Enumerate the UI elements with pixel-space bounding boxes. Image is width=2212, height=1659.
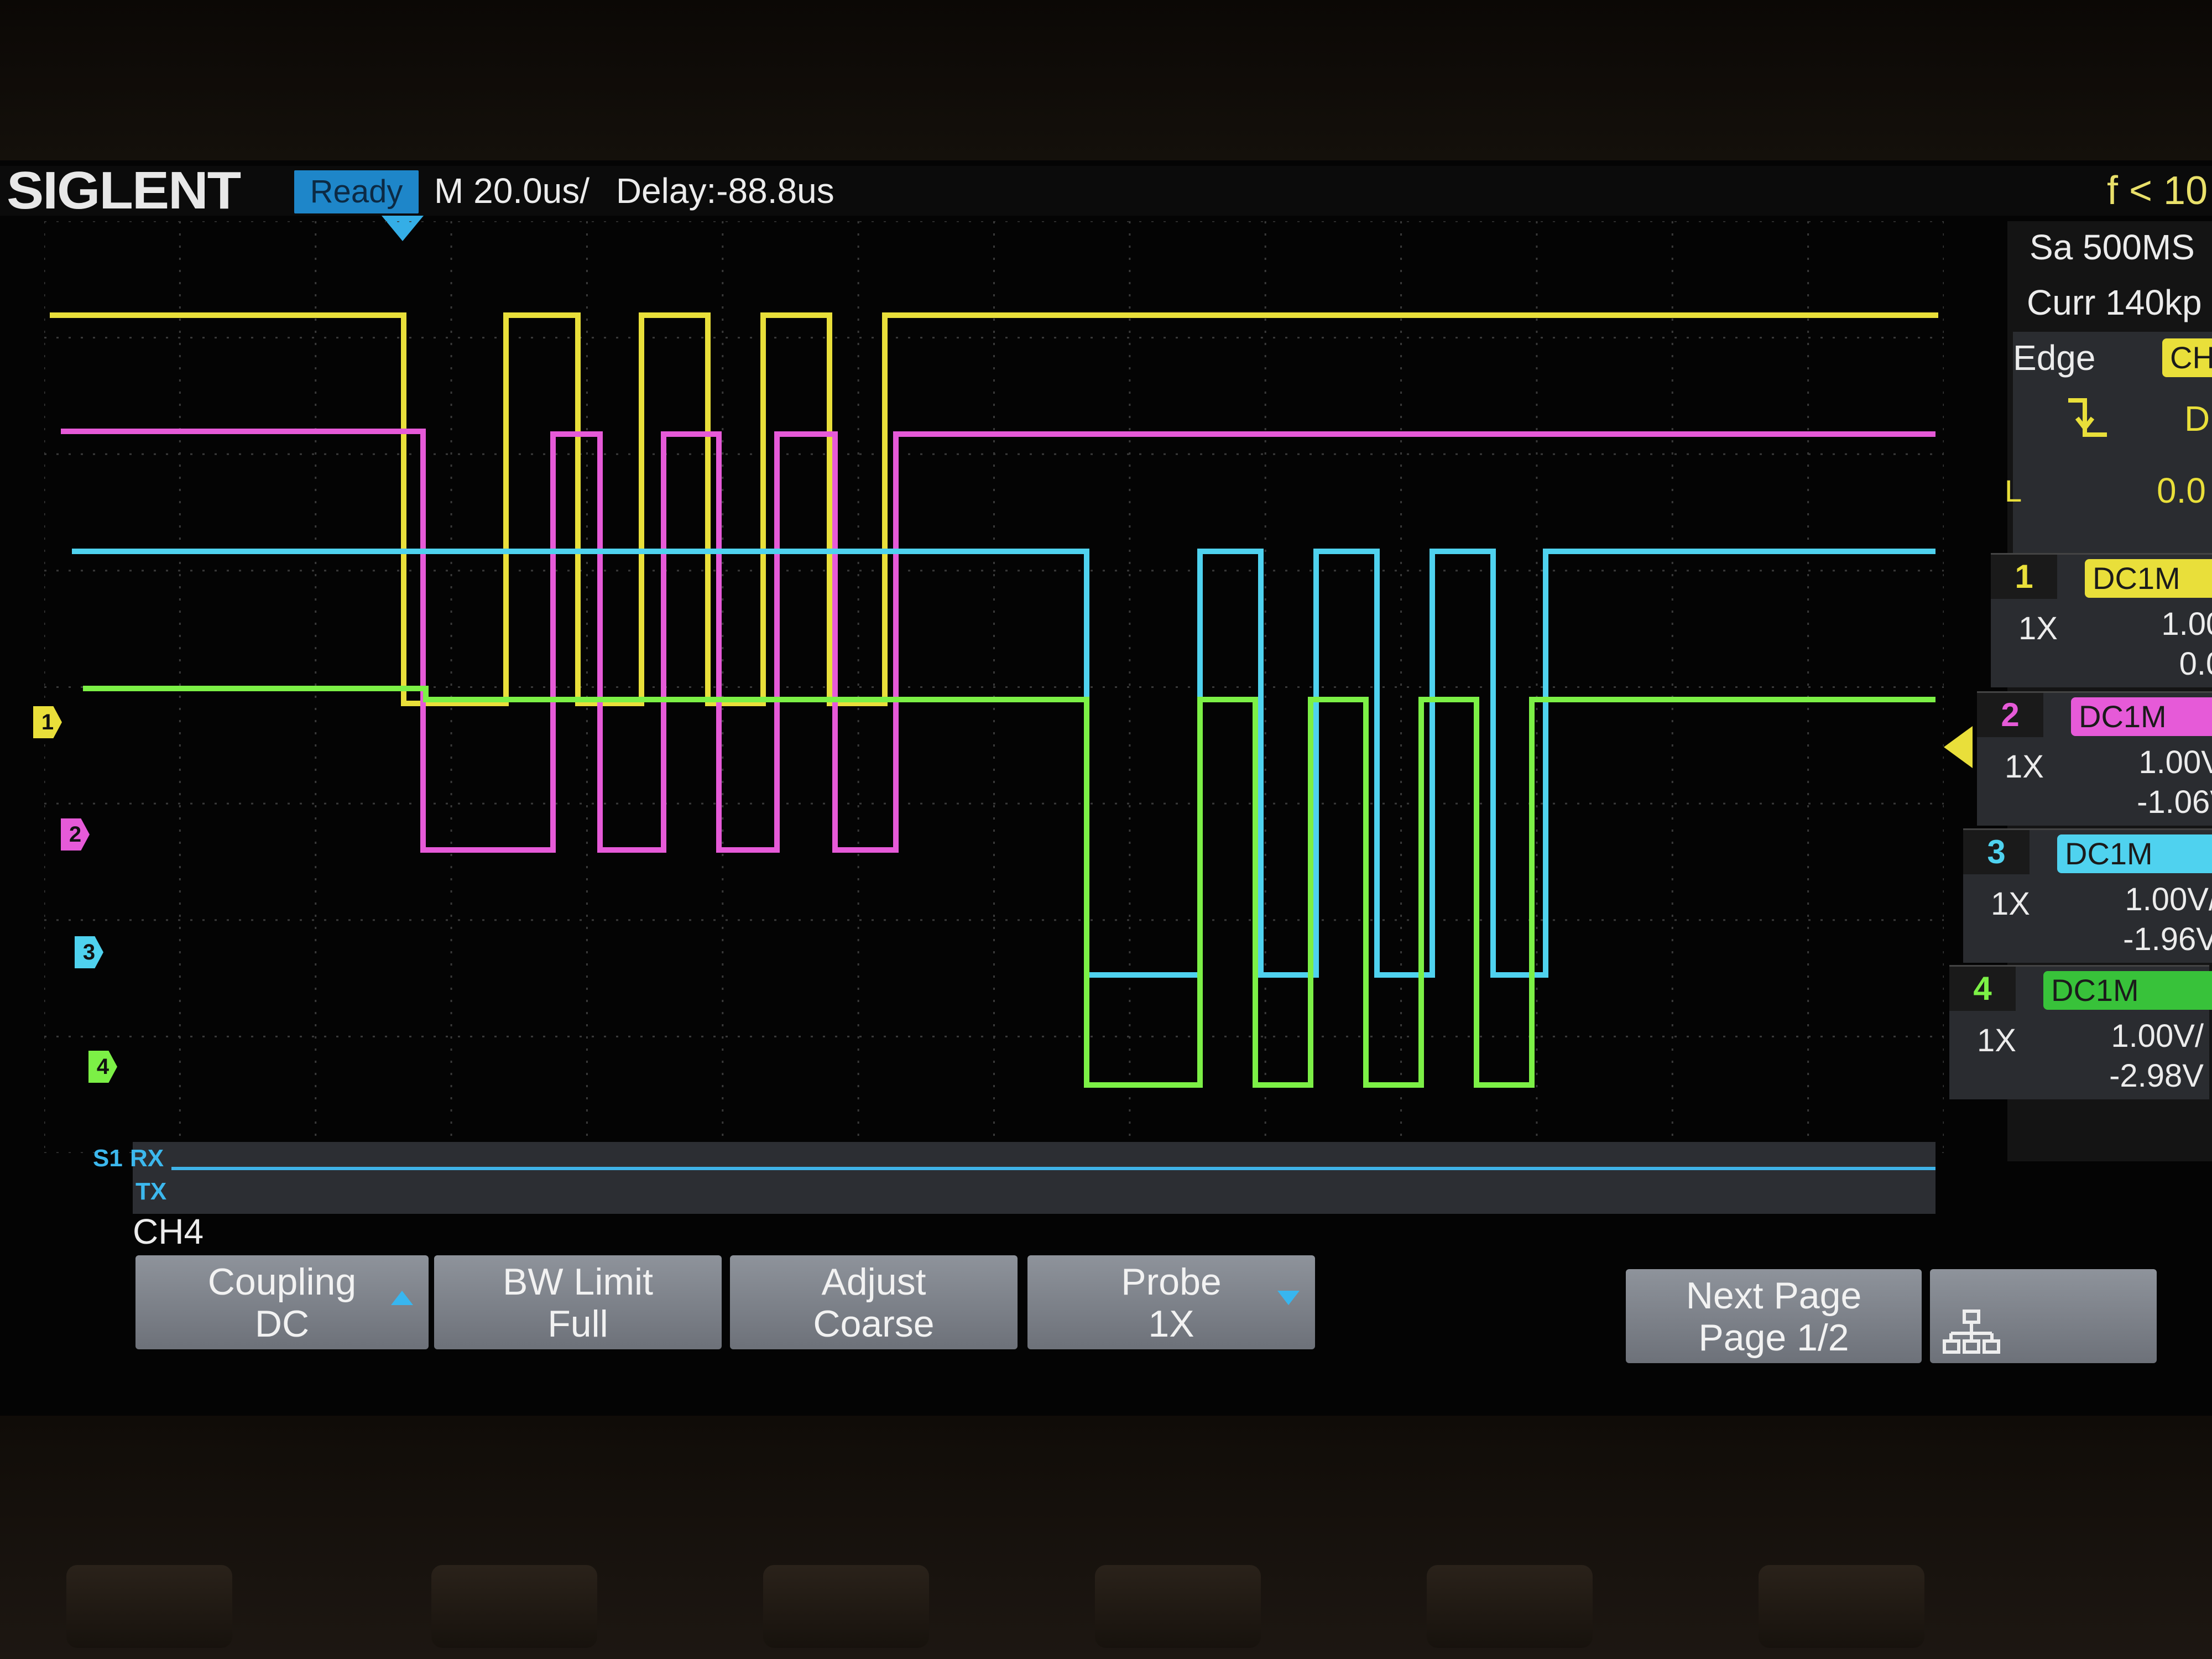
front-button[interactable] bbox=[1759, 1565, 1924, 1648]
ch2-coupling-badge: DC1M bbox=[2071, 697, 2212, 736]
ch4-coupling-badge: DC1M bbox=[2043, 971, 2212, 1010]
front-panel-buttons bbox=[0, 1543, 2212, 1659]
ch3-vdiv: 1.00V/ bbox=[2125, 881, 2212, 917]
ch1-trace bbox=[50, 312, 1938, 706]
ch1-settings[interactable]: 1 DC1M 1X 1.00V 0.0V bbox=[1991, 553, 2212, 687]
serial-bus-label: S1 bbox=[93, 1145, 123, 1172]
probe-softkey[interactable]: Probe 1X bbox=[1027, 1255, 1315, 1349]
trigger-type: Edge bbox=[2013, 338, 2096, 378]
trigger-level-label: L bbox=[2005, 473, 2022, 508]
page-indicator: Page 1/2 bbox=[1698, 1317, 1849, 1359]
serial-rx-label: RX bbox=[130, 1145, 164, 1172]
probe-value: 1X bbox=[1148, 1303, 1194, 1345]
next-page-softkey[interactable]: Next Page Page 1/2 bbox=[1626, 1269, 1922, 1363]
timebase-readout[interactable]: M 20.0us/ Delay:-88.8us bbox=[434, 166, 834, 216]
falling-edge-icon bbox=[2068, 398, 2107, 437]
brand-logo: SIGLENT bbox=[7, 161, 241, 220]
bezel-top bbox=[0, 0, 2212, 160]
oscilloscope-screen: SIGLENT Ready M 20.0us/ Delay:-88.8us f … bbox=[0, 160, 2212, 1416]
ch4-offset: -2.98V bbox=[2109, 1058, 2204, 1094]
bw-limit-value: Full bbox=[547, 1303, 608, 1345]
ch1-scale: 1.00V 0.0V bbox=[2161, 604, 2212, 684]
menu-title: CH4 bbox=[133, 1212, 204, 1251]
front-button[interactable] bbox=[763, 1565, 929, 1648]
adjust-value: Coarse bbox=[813, 1303, 935, 1345]
ch2-trace bbox=[61, 429, 1936, 853]
ch2-probe: 1X bbox=[2005, 749, 2044, 785]
waveform-display bbox=[43, 220, 1945, 1154]
trigger-level-value: 0.0 bbox=[2157, 471, 2206, 510]
network-icon bbox=[1943, 1310, 2000, 1354]
ch1-number: 1 bbox=[1991, 555, 2057, 599]
serial-rx-trace bbox=[171, 1167, 1936, 1170]
serial-tx-label: TX bbox=[135, 1178, 167, 1205]
ch2-number: 2 bbox=[1977, 693, 2043, 737]
coupling-label: Coupling bbox=[207, 1261, 357, 1303]
ch3-number: 3 bbox=[1963, 830, 2030, 874]
next-page-label: Next Page bbox=[1686, 1275, 1862, 1317]
ch3-offset: -1.96V bbox=[2123, 921, 2212, 957]
ch4-scale: 1.00V/ -2.98V bbox=[2109, 1016, 2204, 1096]
coupling-value: DC bbox=[254, 1303, 310, 1345]
ch1-coupling-badge: DC1M bbox=[2085, 559, 2212, 598]
probe-label: Probe bbox=[1121, 1261, 1222, 1303]
ch4-settings[interactable]: 4 DC1M 1X 1.00V/ -2.98V bbox=[1949, 965, 2212, 1099]
memory-depth: Curr 140kp bbox=[2027, 283, 2202, 322]
trigger-panel[interactable]: Edge CH D L 0.0 bbox=[2005, 332, 2212, 581]
front-button[interactable] bbox=[66, 1565, 232, 1648]
ch4-trace bbox=[83, 686, 1936, 1088]
trigger-coupling: D bbox=[2184, 399, 2210, 439]
acquisition-status[interactable]: Ready bbox=[294, 170, 419, 213]
ch1-offset: 0.0V bbox=[2179, 646, 2212, 682]
ch4-probe: 1X bbox=[1977, 1022, 2016, 1058]
coupling-softkey[interactable]: Coupling DC bbox=[135, 1255, 429, 1349]
bw-limit-label: BW Limit bbox=[503, 1261, 653, 1303]
ch3-scale: 1.00V/ -1.96V bbox=[2123, 880, 2212, 959]
ch1-vdiv: 1.00V bbox=[2161, 606, 2212, 642]
ch4-vdiv: 1.00V/ bbox=[2111, 1018, 2204, 1054]
sample-rate: Sa 500MS bbox=[2030, 227, 2195, 267]
ch3-probe: 1X bbox=[1991, 886, 2030, 922]
trigger-source-badge: CH bbox=[2162, 338, 2212, 377]
bw-limit-softkey[interactable]: BW Limit Full bbox=[434, 1255, 722, 1349]
front-button[interactable] bbox=[1427, 1565, 1593, 1648]
arrow-down-icon bbox=[1277, 1291, 1300, 1305]
ch2-vdiv: 1.00V/ bbox=[2138, 744, 2212, 780]
ch2-settings[interactable]: 2 DC1M 1X 1.00V/ -1.06V bbox=[1977, 691, 2212, 826]
timebase-value: M 20.0us/ bbox=[434, 171, 590, 211]
network-status-button[interactable] bbox=[1930, 1269, 2157, 1363]
delay-value: Delay:-88.8us bbox=[615, 171, 834, 211]
ch1-probe: 1X bbox=[2018, 611, 2058, 646]
ch3-settings[interactable]: 3 DC1M 1X 1.00V/ -1.96V bbox=[1963, 828, 2212, 963]
trigger-level-marker[interactable] bbox=[1944, 726, 1973, 768]
ch4-number: 4 bbox=[1949, 967, 2016, 1011]
adjust-softkey[interactable]: Adjust Coarse bbox=[730, 1255, 1018, 1349]
serial-decode-bar[interactable] bbox=[133, 1142, 1936, 1214]
ch2-scale: 1.00V/ -1.06V bbox=[2137, 743, 2212, 822]
top-status-bar: SIGLENT Ready M 20.0us/ Delay:-88.8us f … bbox=[0, 161, 2212, 220]
ch3-coupling-badge: DC1M bbox=[2057, 834, 2212, 873]
front-button[interactable] bbox=[1095, 1565, 1261, 1648]
ch3-trace bbox=[72, 549, 1936, 978]
frequency-counter: f < 10 bbox=[2107, 169, 2208, 213]
ch2-offset: -1.06V bbox=[2137, 784, 2212, 820]
waveform-area[interactable]: 1 2 3 4 bbox=[33, 220, 1945, 1154]
arrow-up-icon bbox=[391, 1291, 413, 1305]
adjust-label: Adjust bbox=[821, 1261, 926, 1303]
front-button[interactable] bbox=[431, 1565, 597, 1648]
